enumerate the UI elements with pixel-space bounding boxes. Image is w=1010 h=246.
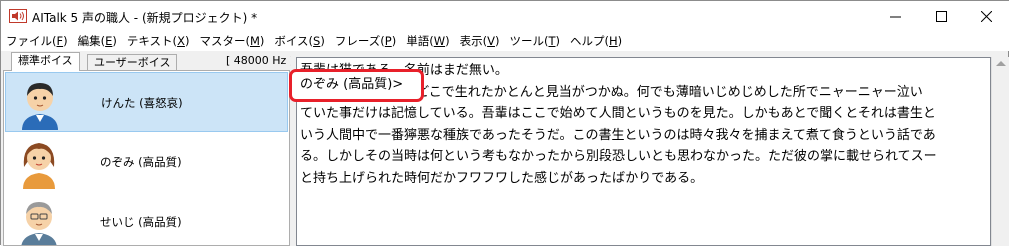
window-title: AITalk 5 声の職人 - (新規プロジェクト) *: [32, 11, 258, 25]
voice-item-kenta[interactable]: けんた (喜怒哀): [5, 72, 288, 132]
minimize-button[interactable]: [872, 1, 918, 32]
voice-item-seiji[interactable]: せいじ (高品質): [5, 192, 288, 245]
app-window: AITalk 5 声の職人 - (新規プロジェクト) * ファイル(F) 編集(E…: [0, 0, 1009, 246]
menu-item[interactable]: ボイス(S): [269, 32, 329, 51]
menu-bar: ファイル(F) 編集(E) テキスト(X) マスター(M) ボイス(S) フレーズ(P) 単…: [1, 32, 1009, 51]
nozomi-avatar-icon: [15, 137, 63, 189]
voice-name-seiji: せいじ (高品質): [100, 215, 182, 229]
text-editor[interactable]: 吾輩は猫である。名前はまだ無い。 のぞみ (高品質)> どこで生れたかとんと見当…: [289, 57, 991, 246]
scroll-up-arrow-icon[interactable]: [996, 61, 1006, 66]
voice-name-nozomi: のぞみ (高品質): [100, 155, 182, 169]
editor-line: と持ち上げられた時何だかフワフワした感じがあったばかりである。: [300, 170, 704, 186]
voice-name-kenta: けんた (喜怒哀): [101, 96, 183, 110]
menu-item[interactable]: ツール(T): [504, 32, 565, 51]
close-button[interactable]: [963, 1, 1009, 32]
sample-rate-label: [ 48000 Hz ]: [226, 54, 295, 67]
menu-item[interactable]: ヘルプ(H): [565, 32, 627, 51]
seiji-avatar-icon: [15, 197, 63, 245]
menu-item[interactable]: ファイル(F): [1, 32, 73, 51]
maximize-button[interactable]: [918, 1, 964, 32]
editor-line: いう人間中で一番獰悪な種族であったそうだ。この書生というのは時々我々を捕まえて煮…: [300, 127, 936, 143]
menu-item[interactable]: フレーズ(P): [330, 32, 401, 51]
editor-line: ていた事だけは記憶している。吾輩はここで始めて人間というものを見た。しかもあとで…: [300, 106, 936, 121]
menu-item[interactable]: 単語(W): [401, 32, 454, 51]
title-bar: AITalk 5 声の職人 - (新規プロジェクト) *: [1, 1, 1009, 32]
menu-item[interactable]: 編集(E): [73, 32, 122, 51]
tab-standard-voice[interactable]: 標準ボイス: [11, 52, 80, 71]
voice-item-nozomi[interactable]: のぞみ (高品質): [5, 132, 288, 192]
app-speaker-icon: [9, 9, 27, 23]
menu-item[interactable]: 表示(V): [455, 32, 505, 51]
tab-user-voice[interactable]: ユーザーボイス: [87, 54, 178, 70]
voice-panel: 標準ボイス ユーザーボイス [ 48000 Hz ] けんた (喜怒哀) のぞみ…: [1, 52, 295, 246]
editor-line: る。しかしその当時は何という考もなかったから別段恐しいとも思わなかった。ただ彼の…: [300, 149, 937, 164]
voice-tabs: 標準ボイス ユーザーボイス [ 48000 Hz ]: [3, 52, 295, 71]
menu-item[interactable]: テキスト(X): [122, 32, 195, 51]
voice-list: けんた (喜怒哀) のぞみ (高品質) せいじ (高品質): [3, 70, 290, 246]
editor-scrollbar[interactable]: [991, 57, 1009, 246]
menu-item[interactable]: マスター(M): [194, 32, 269, 51]
voice-tag-label[interactable]: のぞみ (高品質)>: [300, 73, 404, 92]
kenta-avatar-icon: [16, 78, 64, 130]
